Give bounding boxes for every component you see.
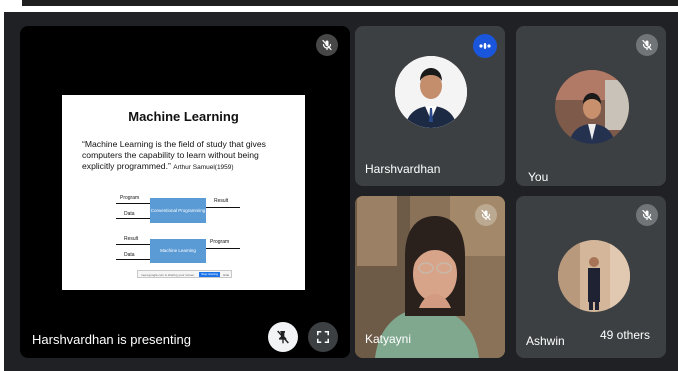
top-bar (22, 0, 678, 6)
slide-quote: “Machine Learning is the field of study … (82, 139, 287, 173)
participant-tile-harshvardhan[interactable]: Harshvardhan (355, 26, 505, 186)
participant-tile-ashwin[interactable]: Ashwin 49 others (516, 196, 666, 358)
fullscreen-icon (316, 330, 330, 344)
participant-name: Harshvardhan (365, 162, 441, 176)
share-bar-text: meet.google.com is sharing your screen. (141, 273, 196, 277)
diagram-input-label: Data (124, 252, 135, 258)
avatar (558, 240, 630, 312)
diagram-box: Conventional Programming (150, 198, 206, 223)
shared-slide: Machine Learning “Machine Learning is th… (62, 95, 305, 290)
mic-off-icon (316, 34, 338, 56)
diagram-input-label: Data (124, 211, 135, 217)
fullscreen-button[interactable] (308, 322, 338, 352)
stop-sharing-button: Stop sharing (199, 272, 220, 277)
unpin-icon (277, 330, 289, 344)
mic-off-icon (636, 204, 658, 226)
mic-off-icon (475, 204, 497, 226)
participant-tile-you[interactable]: You (516, 26, 666, 186)
diagram-arrow (116, 203, 150, 204)
mic-off-icon (636, 34, 658, 56)
others-count-label: 49 others (599, 328, 651, 342)
diagram-output-label: Result (214, 198, 229, 204)
meeting-stage: Machine Learning “Machine Learning is th… (4, 12, 678, 371)
participant-name: You (528, 170, 549, 184)
participant-tile-katyayni[interactable]: Katyayni (355, 196, 505, 358)
diagram-output-label: Program (210, 239, 230, 245)
participant-name: Ashwin (526, 334, 565, 348)
audio-level-icon (473, 34, 497, 58)
unpin-button[interactable] (268, 322, 298, 352)
hide-button: Hide (223, 273, 230, 277)
participant-name: Katyayni (365, 332, 412, 346)
slide-title: Machine Learning (128, 109, 239, 124)
screen-share-bar: meet.google.com is sharing your screen. … (137, 270, 232, 278)
diagram-input-label: Result (124, 236, 139, 242)
avatar (555, 70, 629, 144)
diagram-arrow (206, 207, 240, 208)
quote-attribution: Arthur Samuel(1959) (173, 164, 234, 171)
presentation-tile[interactable]: Machine Learning “Machine Learning is th… (20, 26, 350, 358)
diagram-box: Machine Learning (150, 239, 206, 263)
presenting-label: Harshvardhan is presenting (32, 332, 191, 347)
avatar (395, 56, 467, 128)
diagram-arrow (116, 218, 150, 219)
diagram-input-label: Program (120, 195, 140, 201)
others-count-button[interactable]: 49 others (590, 320, 660, 350)
diagram-arrow (116, 244, 150, 245)
diagram-arrow (116, 259, 150, 260)
diagram-arrow (206, 248, 240, 249)
